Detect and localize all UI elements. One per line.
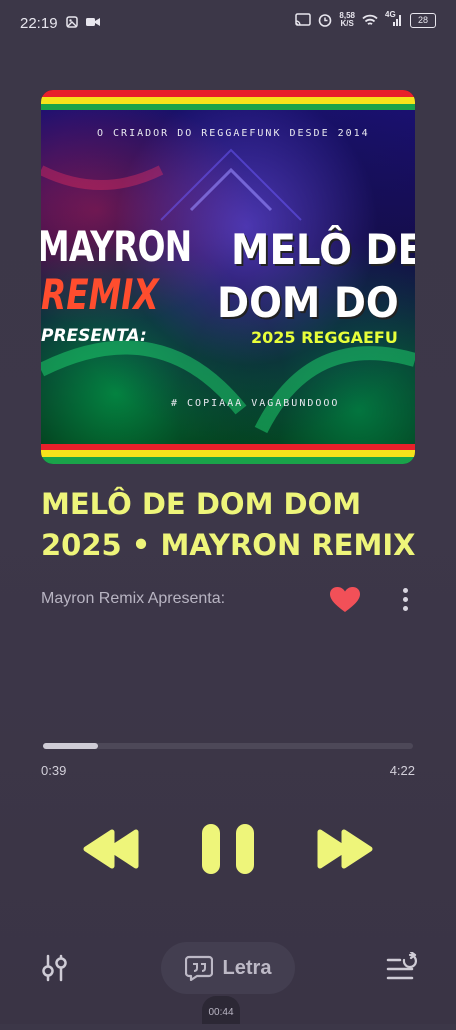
previous-button[interactable] — [82, 828, 142, 870]
album-art: O CRIADOR DO REGGAEFUNK DESDE 2014 MAYRO… — [41, 90, 415, 464]
cover-stripe-green-bottom — [41, 457, 415, 464]
status-time: 22:19 — [20, 15, 58, 32]
lyrics-label: Letra — [222, 956, 272, 979]
cast-icon — [295, 13, 312, 26]
lyrics-quote-icon — [184, 955, 213, 981]
more-options-button[interactable] — [398, 586, 412, 614]
cover-top-text: O CRIADOR DO REGGAEFUNK DESDE 2014 — [97, 128, 370, 139]
queue-icon[interactable] — [386, 952, 418, 982]
pause-button[interactable] — [200, 822, 256, 876]
cover-subtitle: 2025 REGGAEFU — [251, 328, 398, 347]
cover-artist-line1: MAYRON — [41, 222, 192, 271]
more-dot-icon — [402, 597, 408, 602]
progress-fill — [43, 743, 99, 749]
gallery-icon — [66, 16, 78, 28]
track-artist[interactable]: Mayron Remix Apresenta: — [41, 590, 225, 608]
elapsed-time: 0:39 — [41, 763, 67, 778]
total-time: 4:22 — [389, 763, 415, 778]
status-bar: 22:19 8,58 K/S 4G 28 — [0, 0, 456, 48]
cover-stripe-yellow — [41, 97, 415, 104]
more-dot-icon — [402, 606, 408, 611]
cover-presenta: PRESENTA: — [41, 326, 147, 346]
cover-title-line2: DOM DO — [217, 278, 399, 327]
cover-title-line1: MELÔ DE — [231, 225, 415, 274]
lyrics-button[interactable]: Letra — [161, 942, 295, 994]
net-speed: 8,58 K/S — [339, 11, 355, 28]
alarm-icon — [319, 14, 332, 27]
wifi-icon — [362, 14, 378, 25]
next-button[interactable] — [314, 828, 374, 870]
cover-artist-line2: REMIX — [41, 270, 159, 319]
track-title: MELÔ DE DOM DOM 2025 • MAYRON REMIX — [41, 487, 416, 562]
more-dot-icon — [402, 588, 408, 593]
signal-icon: 4G — [385, 10, 403, 27]
battery-icon: 28 — [410, 12, 436, 28]
equalizer-icon[interactable] — [42, 954, 68, 982]
cover-stripe-yellow-bottom — [41, 450, 415, 457]
cover-stripe-red — [41, 90, 415, 97]
cover-bottom-text: # COPIAAA VAGABUNDOOO — [171, 398, 340, 409]
like-heart-icon[interactable] — [330, 587, 360, 613]
video-time-badge: 00:44 — [202, 996, 240, 1024]
progress-bar[interactable] — [43, 743, 413, 749]
bottom-bar: Letra — [0, 940, 456, 1000]
video-camera-icon — [86, 18, 100, 26]
